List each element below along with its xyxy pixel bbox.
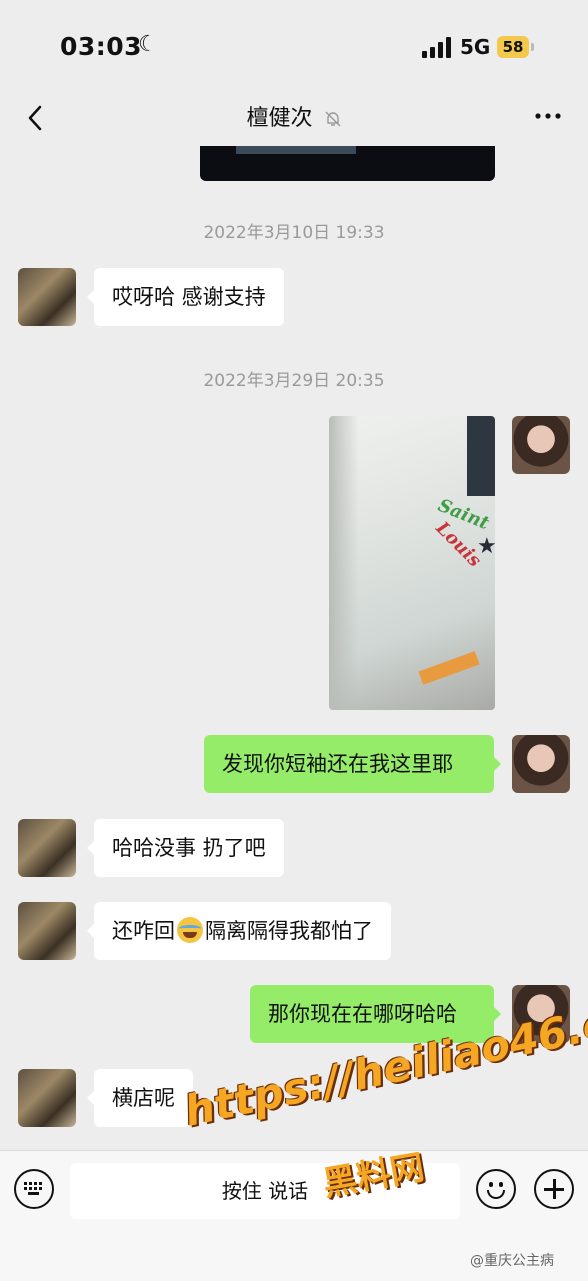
moon-icon: ☾ (138, 32, 158, 57)
avatar[interactable] (512, 735, 570, 793)
timestamp: 2022年3月29日 20:35 (203, 371, 385, 391)
battery-level: 58 (497, 36, 529, 58)
message-bubble[interactable]: 哎呀哈 感谢支持 (87, 268, 284, 326)
battery-tip (531, 43, 534, 51)
weibo-watermark: @重庆公主病 (470, 1253, 554, 1269)
image-message-partial[interactable] (200, 146, 495, 181)
avatar[interactable] (18, 268, 76, 326)
message-bubble[interactable]: 发现你短袖还在我这里耶 (204, 735, 501, 793)
chat-area[interactable]: 2022年3月10日 19:33 哎呀哈 感谢支持 2022年3月29日 20:… (0, 146, 588, 1150)
laugh-cry-emoji-icon (177, 917, 203, 943)
network-type: 5G (460, 35, 491, 59)
nav-bar: 檀健次 (0, 90, 588, 146)
timestamp: 2022年3月10日 19:33 (203, 223, 385, 243)
emoji-icon[interactable] (476, 1169, 516, 1209)
keyboard-icon[interactable] (14, 1169, 54, 1209)
chat-title[interactable]: 檀健次 (246, 106, 312, 131)
plus-icon[interactable] (534, 1169, 574, 1209)
message-bubble[interactable]: 哈哈没事 扔了吧 (87, 819, 284, 877)
signal-icon (422, 36, 452, 58)
message-bubble[interactable]: 还咋回 隔离隔得我都怕了 (87, 902, 391, 960)
avatar[interactable] (18, 902, 76, 960)
photo-message[interactable]: Saint Louis ★ (329, 416, 495, 710)
message-text: 隔离隔得我都怕了 (205, 919, 373, 943)
status-time: 03:03 (60, 32, 143, 61)
mute-bell-icon (324, 110, 342, 132)
more-icon[interactable] (528, 104, 568, 128)
avatar[interactable] (18, 1069, 76, 1127)
message-text: 还咋回 (112, 919, 175, 943)
status-bar: 03:03 ☾ 5G 58 (0, 0, 588, 96)
avatar[interactable] (512, 416, 570, 474)
message-bubble[interactable]: 横店呢 (87, 1069, 193, 1127)
avatar[interactable] (18, 819, 76, 877)
star-print-icon: ★ (477, 534, 495, 559)
